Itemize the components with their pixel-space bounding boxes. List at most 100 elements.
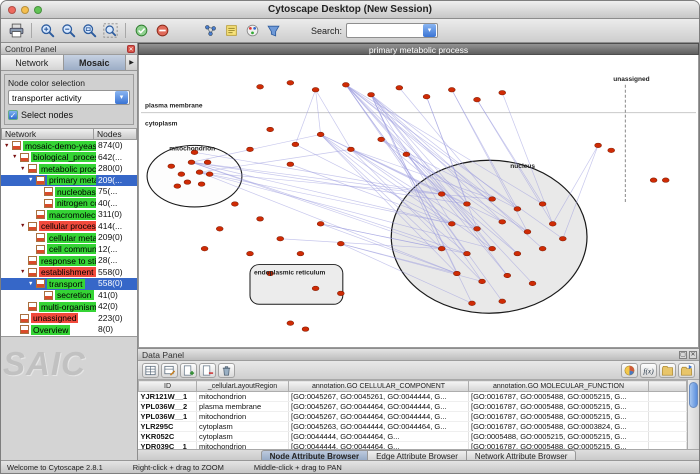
print-icon[interactable] [6,21,26,41]
network-node[interactable] [539,202,546,207]
zoom-fit-icon[interactable] [100,21,120,41]
network-node[interactable] [524,230,531,235]
network-node[interactable] [174,184,181,189]
network-node[interactable] [247,251,254,256]
table-row[interactable]: YLR295Ccytoplasm[GO:0045263, GO:0044444,… [139,422,687,432]
table-cell[interactable]: plasma membrane [197,402,289,412]
tab-network[interactable]: Network [1,55,64,70]
network-node[interactable] [267,127,274,132]
table-cell[interactable]: [GO:0016787, GO:0005488, GO:0005215, G..… [469,412,649,422]
column-header[interactable]: ID [139,381,197,392]
table-row[interactable]: YPL036W__1mitochondrion[GO:0045267, GO:0… [139,412,687,422]
filter-icon[interactable] [263,21,283,41]
network-node[interactable] [287,162,294,167]
data-panel-close-icon[interactable]: ✕ [689,351,697,359]
table-cell[interactable]: mitochondrion [197,412,289,422]
network-node[interactable] [595,143,602,148]
tree-row[interactable]: ▼cellular process414(... [1,221,137,233]
network-node[interactable] [168,164,175,169]
hide-selected-icon[interactable] [152,21,172,41]
network-node[interactable] [201,246,208,251]
network-node[interactable] [464,251,471,256]
network-node[interactable] [438,192,445,197]
network-node[interactable] [559,236,566,241]
import-table-icon[interactable] [659,363,676,378]
network-node[interactable] [608,148,615,153]
tree-row[interactable]: ▼mosaic-demo-yeast874(0) [1,140,137,152]
zoom-selected-icon[interactable] [79,21,99,41]
tree-row[interactable]: ▼transport558(0) [1,278,137,290]
dropdown-arrow-icon[interactable]: ▾ [115,91,128,104]
tree-row[interactable]: unassigned223(0) [1,313,137,325]
network-node[interactable] [287,81,294,86]
table-row[interactable]: YPL036W__2plasma membrane[GO:0045267, GO… [139,402,687,412]
network-node[interactable] [474,97,481,102]
column-header[interactable]: _cellularLayoutRegion [197,381,289,392]
network-node[interactable] [378,137,385,142]
table-cell[interactable]: YPL036W__1 [139,412,197,422]
network-node[interactable] [257,217,264,222]
tree-row[interactable]: ▼establishment of lo...558(0) [1,267,137,279]
clear-table-icon[interactable] [218,363,235,378]
tree-header-nodes[interactable]: Nodes [94,128,137,140]
table-cell[interactable]: [GO:0045263, GO:0044444, GO:0044464, G..… [289,422,469,432]
table-cell[interactable]: [GO:0045267, GO:0044464, GO:0044444, G..… [289,402,469,412]
network-node[interactable] [464,202,471,207]
network-node[interactable] [347,147,354,152]
attribute-create-icon[interactable] [180,363,197,378]
zoom-window-icon[interactable] [34,6,42,14]
table-cell[interactable]: [GO:0045267, GO:0044464, GO:0044444, G..… [289,412,469,422]
table-cell[interactable]: mitochondrion [197,392,289,402]
expand-arrow-icon[interactable]: ▼ [12,154,20,160]
tree-row[interactable]: response to stimul...28(... [1,255,137,267]
network-node[interactable] [204,160,211,165]
network-node[interactable] [342,83,349,88]
network-node[interactable] [504,273,511,278]
table-cell[interactable]: YJR121W__1 [139,392,197,402]
pie-chart-icon[interactable] [621,363,638,378]
table-row[interactable]: YKR052Ccytoplasm[GO:0044444, GO:0044464,… [139,432,687,442]
attribute-modify-icon[interactable] [161,363,178,378]
network-node[interactable] [489,197,496,202]
network-node[interactable] [539,246,546,251]
network-node[interactable] [499,90,506,95]
tree-row[interactable]: nitrogen compo...40(... [1,198,137,210]
network-node[interactable] [448,87,455,92]
table-scrollbar[interactable] [687,380,699,449]
table-cell[interactable]: [GO:0016787, GO:0005488, GO:0003824, G..… [469,422,649,432]
zoom-out-icon[interactable] [58,21,78,41]
network-node[interactable] [198,182,205,187]
network-node[interactable] [337,241,344,246]
network-node[interactable] [184,180,191,185]
expand-arrow-icon[interactable]: ▼ [20,166,28,172]
network-node[interactable] [489,246,496,251]
expand-arrow-icon[interactable]: ▼ [28,177,36,183]
network-view-title[interactable]: primary metabolic process [138,43,699,55]
zoom-in-icon[interactable] [37,21,57,41]
control-panel-close-icon[interactable]: ✕ [127,45,135,53]
network-node[interactable] [396,85,403,90]
show-graphics-details-icon[interactable] [131,21,151,41]
network-node[interactable] [469,301,476,306]
network-node[interactable] [287,321,294,326]
tree-row[interactable]: nucleobase...75(... [1,186,137,198]
tree-row[interactable]: ▼primary metab...209(... [1,175,137,187]
network-node[interactable] [499,299,506,304]
export-table-icon[interactable] [678,363,695,378]
data-panel-float-icon[interactable]: ▢ [679,351,687,359]
network-node[interactable] [337,291,344,296]
network-node[interactable] [529,281,536,286]
expand-arrow-icon[interactable]: ▼ [20,223,28,229]
function-builder-icon[interactable]: f(x) [640,363,657,378]
network-node[interactable] [448,222,455,227]
attribute-select-icon[interactable] [142,363,159,378]
network-node[interactable] [312,87,319,92]
network-node[interactable] [206,172,213,177]
network-node[interactable] [317,132,324,137]
network-node[interactable] [196,170,203,175]
vizmapper-icon[interactable] [242,21,262,41]
table-cell[interactable]: [GO:0005488, GO:0005215, GO:0005215, G..… [469,432,649,442]
network-node[interactable] [662,178,669,183]
network-node[interactable] [292,142,299,147]
tree-row[interactable]: ▼metabolic process280(0) [1,163,137,175]
